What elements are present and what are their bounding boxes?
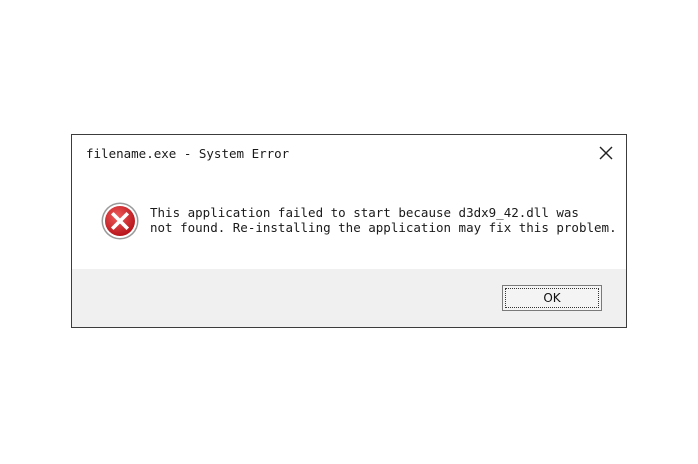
title-bar: filename.exe - System Error (72, 135, 626, 173)
error-x-icon (101, 202, 139, 240)
ok-button[interactable]: OK (502, 285, 602, 311)
error-dialog: filename.exe - System Error This applica… (71, 134, 627, 328)
button-bar: OK (72, 269, 626, 327)
dialog-body: This application failed to start because… (72, 173, 626, 269)
close-icon (599, 146, 613, 160)
error-message: This application failed to start because… (150, 205, 617, 235)
error-message-line-2: not found. Re-installing the application… (150, 220, 617, 235)
error-message-line-1: This application failed to start because… (150, 205, 579, 220)
dialog-title: filename.exe - System Error (86, 146, 290, 161)
close-button[interactable] (596, 143, 616, 163)
